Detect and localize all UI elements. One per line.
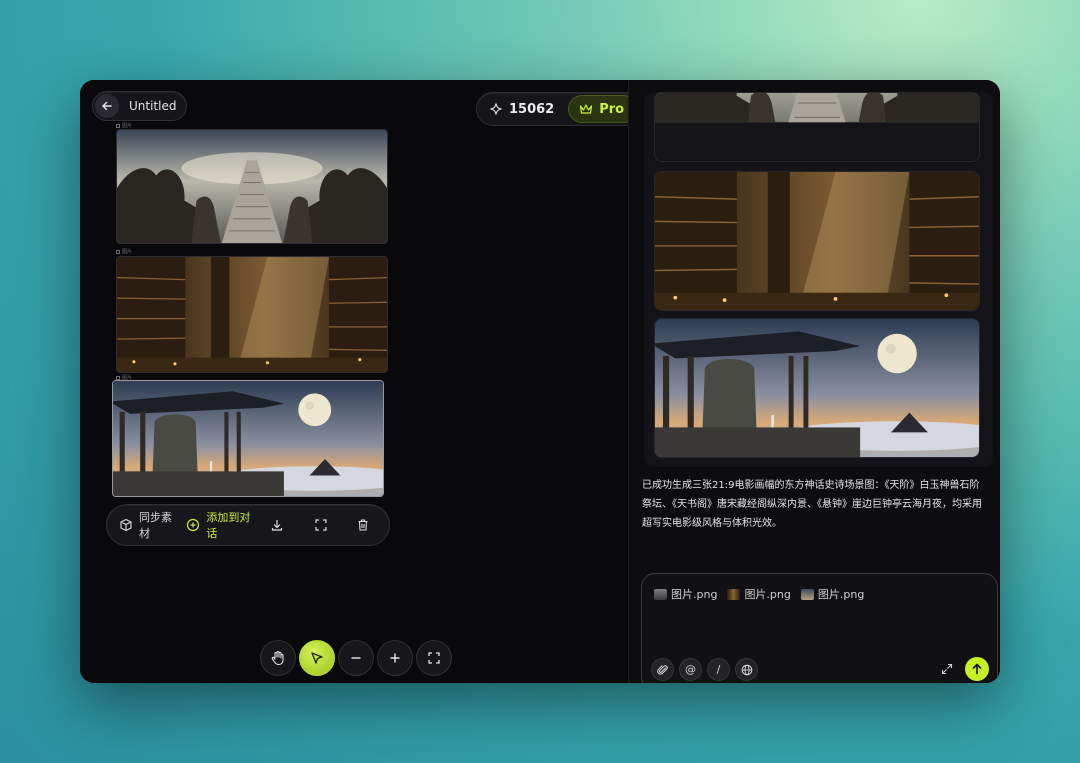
attachment-chip[interactable]: 图片.png <box>800 586 864 602</box>
mention-button[interactable]: @ <box>679 658 702 681</box>
canvas-image[interactable] <box>116 256 388 373</box>
send-button[interactable] <box>965 657 989 681</box>
add-to-chat-button[interactable]: 添加到对话 <box>186 509 251 541</box>
stairs-result-image <box>655 93 979 161</box>
add-to-chat-label: 添加到对话 <box>206 511 251 540</box>
zoom-out-icon <box>351 657 361 659</box>
download-icon <box>269 517 285 533</box>
command-button[interactable]: / <box>707 658 730 681</box>
crown-icon <box>580 104 593 114</box>
fullscreen-button[interactable] <box>313 517 335 533</box>
input-actions: @ / <box>651 658 758 681</box>
title-pill: Untitled <box>92 91 188 121</box>
attach-button[interactable] <box>651 658 674 681</box>
library-image <box>117 257 387 372</box>
hand-tool-button[interactable] <box>260 640 296 676</box>
web-search-button[interactable] <box>735 658 758 681</box>
cube-icon <box>119 517 133 533</box>
generated-images-card <box>644 92 993 467</box>
attachment-chip[interactable]: 图片.png <box>654 586 717 602</box>
attachment-chip[interactable]: 图片.png <box>727 586 791 602</box>
plus-circle-icon <box>186 517 200 533</box>
attach-icon <box>656 664 668 675</box>
pro-badge[interactable]: Pro <box>568 95 638 123</box>
plan-label: Pro <box>599 101 625 117</box>
hand-icon <box>271 650 284 666</box>
image-tag: 图片 <box>116 122 132 129</box>
chat-input-box[interactable]: 图片.png 图片.png 图片.png @ / <box>641 573 998 683</box>
back-button[interactable] <box>95 94 119 118</box>
attachment-list: 图片.png 图片.png 图片.png <box>654 586 864 602</box>
select-tool-button[interactable] <box>299 640 335 676</box>
fit-screen-button[interactable] <box>416 640 452 676</box>
credits-count: 15062 <box>509 101 555 117</box>
globe-icon <box>741 664 752 675</box>
fullscreen-icon <box>313 517 329 533</box>
arrow-left-icon <box>102 101 112 111</box>
canvas-pane[interactable]: Untitled 15062 Pro 图片 图片 图片 同步素材 添加到对话 <box>80 80 642 683</box>
result-image[interactable] <box>654 171 980 311</box>
delete-button[interactable] <box>355 517 377 533</box>
download-button[interactable] <box>269 517 291 533</box>
canvas-image[interactable] <box>116 129 388 244</box>
sparkle-icon <box>490 103 502 115</box>
zoom-out-button[interactable] <box>338 640 374 676</box>
image-tag-icon <box>116 123 120 128</box>
image-toolbar: 同步素材 添加到对话 <box>106 504 390 546</box>
chat-pane: 已成功生成三张21:9电影画幅的东方神话史诗场景图：《天阶》白玉神兽石阶祭坛、《… <box>629 80 1000 683</box>
result-image[interactable] <box>654 318 980 458</box>
stairs-image <box>117 130 387 243</box>
canvas-image-selected[interactable] <box>112 380 384 497</box>
app-window: Untitled 15062 Pro 图片 图片 图片 同步素材 添加到对话 已… <box>80 80 1000 683</box>
attachment-thumbnail <box>800 588 814 600</box>
attachment-thumbnail <box>727 588 741 600</box>
expand-icon <box>941 663 953 675</box>
credits-pill[interactable]: 15062 Pro <box>476 92 642 126</box>
canvas-controls <box>260 640 452 676</box>
assistant-message: 已成功生成三张21:9电影画幅的东方神话史诗场景图：《天阶》白玉神兽石阶祭坛、《… <box>642 480 982 529</box>
library-result-image <box>655 172 979 310</box>
trash-icon <box>355 517 371 533</box>
zoom-in-icon <box>390 653 400 663</box>
document-title[interactable]: Untitled <box>129 99 176 113</box>
zoom-in-button[interactable] <box>377 640 413 676</box>
image-tag-icon <box>116 249 120 254</box>
pointer-icon <box>311 652 323 664</box>
expand-input-button[interactable] <box>938 660 956 678</box>
sync-assets-button[interactable]: 同步素材 <box>119 509 174 541</box>
image-tag-icon <box>116 375 120 380</box>
fit-screen-icon <box>428 652 440 664</box>
image-tag: 图片 <box>116 248 132 255</box>
arrow-up-icon <box>972 663 982 675</box>
sync-assets-label: 同步素材 <box>139 511 172 540</box>
attachment-thumbnail <box>654 588 667 600</box>
bell-pavilion-image <box>113 381 383 496</box>
bell-pavilion-result-image <box>655 319 979 457</box>
result-image[interactable] <box>654 92 980 162</box>
